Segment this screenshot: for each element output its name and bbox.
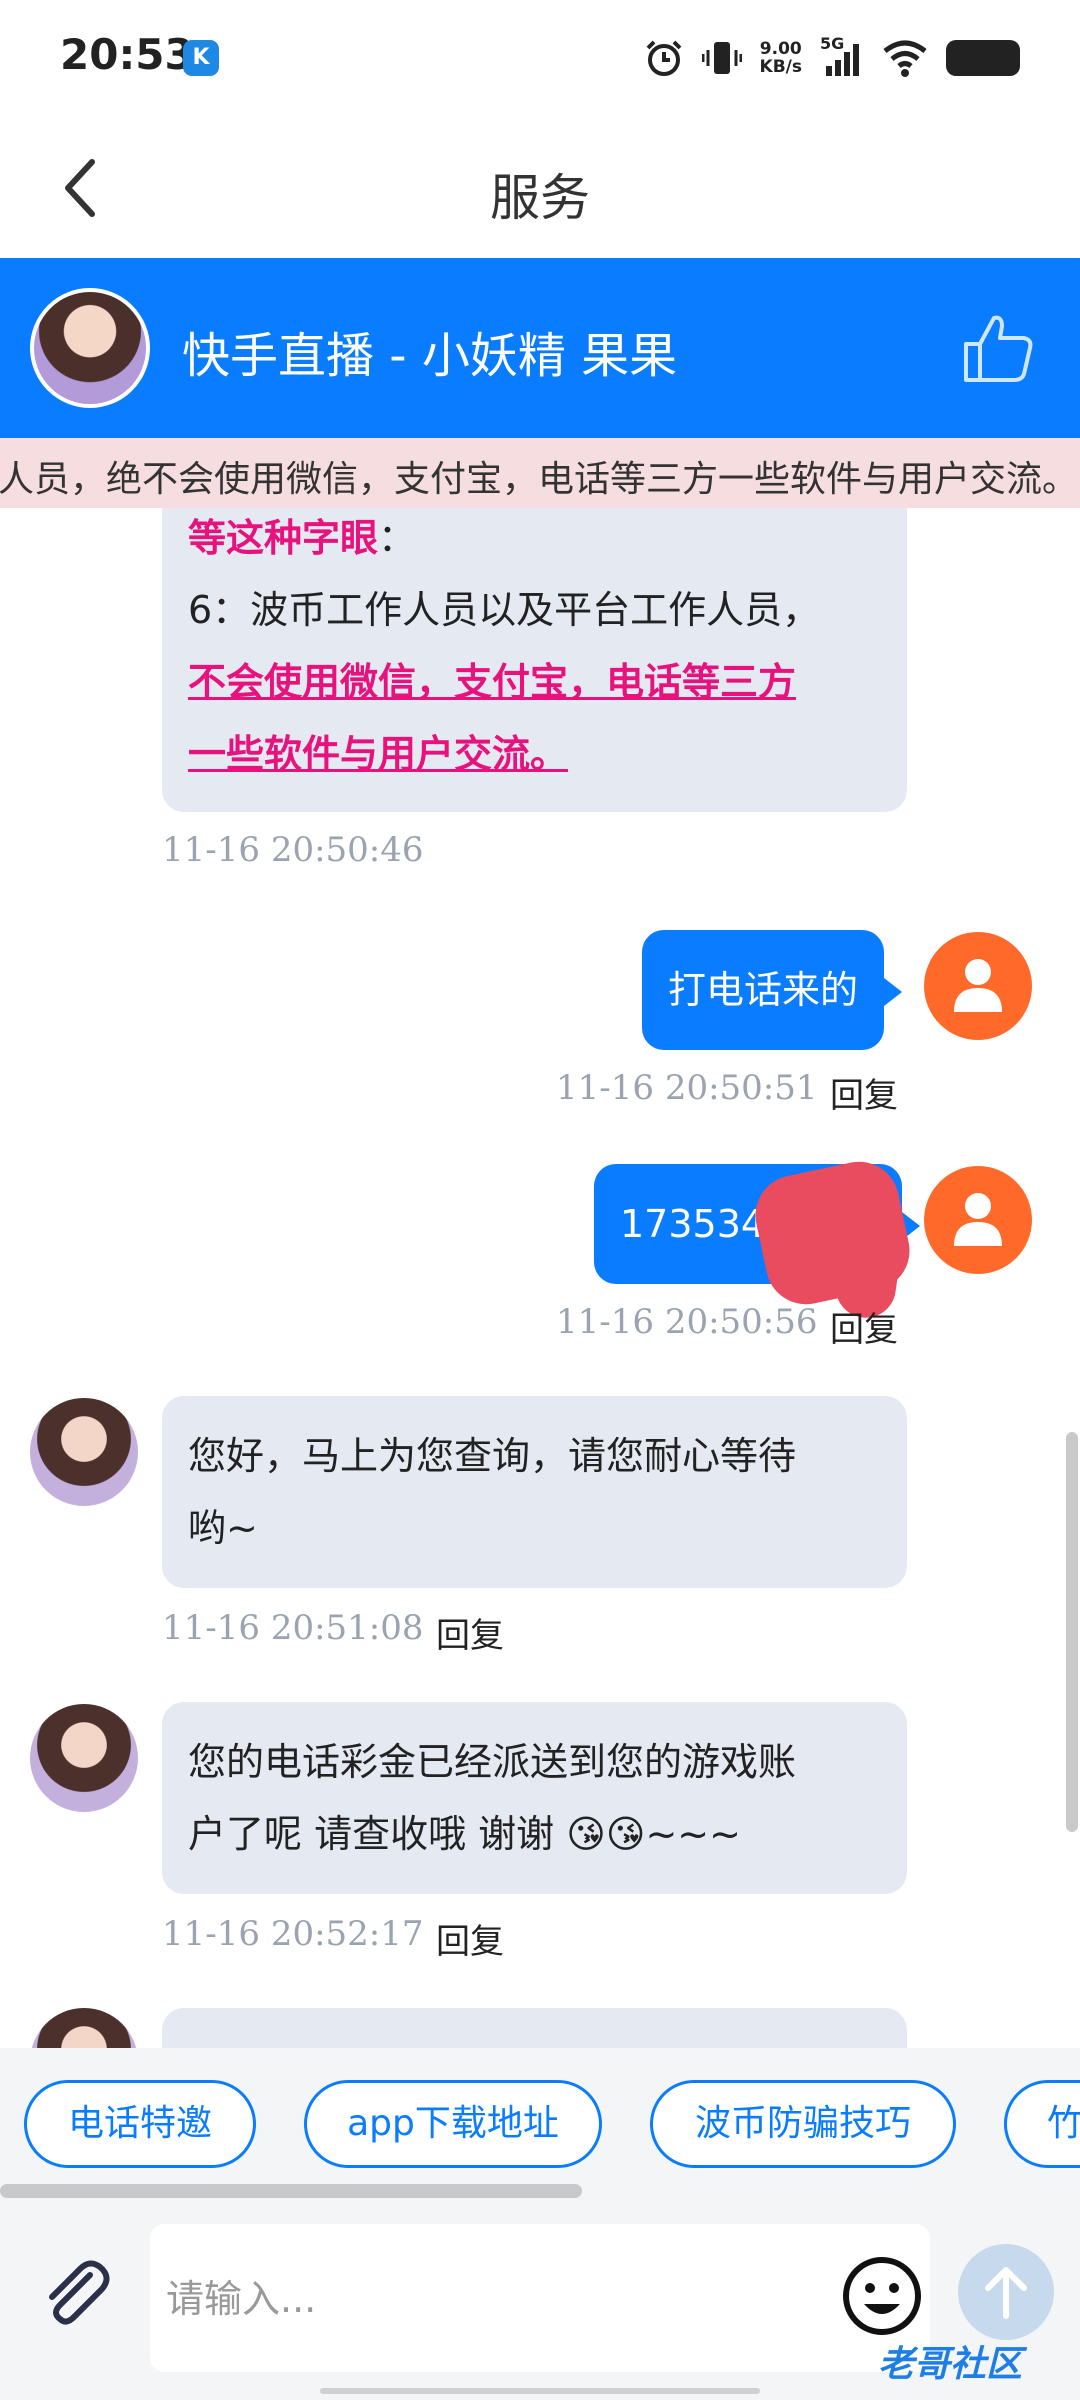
status-time: 20:53 — [60, 30, 194, 79]
message-time: 11-16 20:50:46 — [162, 830, 424, 870]
quick-reply-chip[interactable]: 竹 — [1004, 2080, 1080, 2168]
chat-area[interactable]: 等这种字眼： 6：波币工作人员以及平台工作人员， 不会使用微信，支付宝，电话等三… — [0, 508, 1080, 2048]
agent-header: 快手直播 - 小妖精 果果 — [0, 258, 1080, 438]
message-bubble: 等这种字眼： 6：波币工作人员以及平台工作人员， 不会使用微信，支付宝，电话等三… — [162, 508, 907, 812]
chips-scrollbar[interactable] — [0, 2180, 1080, 2200]
message-time: 11-16 20:52:17 — [162, 1914, 424, 1954]
emoji-button[interactable] — [840, 2254, 924, 2338]
message-bubble: 您的电话彩金已经派送到您的游戏账 户了呢 请查收哦 谢谢 😘😘~~~ — [162, 1702, 907, 1894]
chat-scrollbar[interactable] — [1066, 1432, 1078, 1832]
watermark: 老哥社区 — [877, 2344, 1022, 2385]
agent-avatar[interactable] — [30, 288, 150, 408]
reply-link[interactable]: 回复 — [830, 1068, 898, 1117]
agent-avatar — [30, 1704, 138, 1812]
wifi-icon — [883, 40, 927, 77]
notice-text: 人员，绝不会使用微信，支付宝，电话等三方一些软件与用户交流。 — [0, 459, 1079, 500]
reply-link[interactable]: 回复 — [436, 1914, 504, 1963]
like-button[interactable] — [958, 308, 1038, 388]
user-avatar — [924, 1166, 1032, 1274]
reply-link[interactable]: 回复 — [830, 1302, 898, 1351]
user-icon — [954, 1193, 1002, 1246]
message-bubble — [162, 2008, 907, 2048]
agent-name: 快手直播 - 小妖精 果果 — [182, 328, 678, 384]
user-avatar — [924, 932, 1032, 1040]
message-time: 11-16 20:50:56 — [556, 1302, 818, 1342]
message-time: 11-16 20:50:51 — [556, 1068, 818, 1108]
paperclip-icon — [49, 2260, 110, 2325]
message-input[interactable] — [166, 2264, 806, 2334]
status-bar: 20:53 K 9.00 KB/s 5G — [0, 0, 1080, 118]
network-speed: 9.00 KB/s — [759, 39, 802, 77]
agent-avatar — [30, 2008, 138, 2048]
message-bubble: 打电话来的 — [642, 930, 903, 1050]
thumbs-up-icon — [964, 315, 1033, 382]
attach-button[interactable] — [36, 2255, 116, 2335]
quick-reply-chip[interactable]: 电话特邀 — [24, 2080, 256, 2168]
quick-reply-chip[interactable]: app下载地址 — [304, 2080, 602, 2168]
send-arrow-icon — [985, 2267, 1027, 2319]
user-icon — [954, 959, 1002, 1012]
app-notification-icon: K — [183, 40, 219, 76]
quick-reply-chip[interactable]: 波币防骗技巧 — [650, 2080, 956, 2168]
reply-link[interactable]: 回复 — [436, 1608, 504, 1657]
send-button[interactable] — [958, 2244, 1054, 2340]
status-icons: 9.00 KB/s 5G — [644, 34, 1020, 80]
cell-signal-icon: 5G — [820, 34, 864, 78]
alarm-icon — [646, 40, 681, 76]
title-bar: 服务 — [0, 118, 1080, 258]
page-title: 服务 — [490, 169, 590, 227]
vibrate-icon — [701, 42, 742, 74]
message-bubble: 您好，马上为您查询，请您耐心等待 哟~ — [162, 1396, 907, 1588]
smiley-icon — [843, 2257, 921, 2335]
quick-replies: 电话特邀 app下载地址 波币防骗技巧 竹 — [0, 2048, 1080, 2180]
home-indicator — [320, 2388, 760, 2394]
message-time: 11-16 20:51:08 — [162, 1608, 424, 1648]
message-input-box — [150, 2224, 930, 2372]
battery-icon — [946, 40, 1020, 76]
agent-avatar — [30, 1398, 138, 1506]
notice-marquee: 人员，绝不会使用微信，支付宝，电话等三方一些软件与用户交流。 — [0, 438, 1080, 508]
